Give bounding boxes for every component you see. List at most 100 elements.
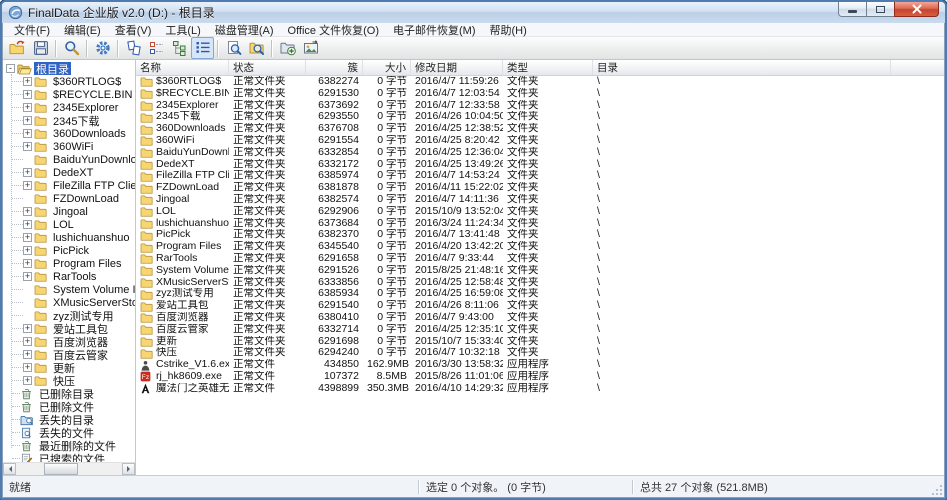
tree-item-folder[interactable]: +360Downloads: [3, 127, 135, 140]
copy-docs-button[interactable]: [122, 37, 145, 59]
expand-toggle-icon[interactable]: +: [23, 220, 32, 229]
tree-item-folder[interactable]: +Jingoal: [3, 205, 135, 218]
table-row[interactable]: LOL正常文件夹62929060 字节2015/10/9 13:52:04文件夹…: [136, 206, 944, 218]
table-row[interactable]: 360WiFi正常文件夹62915540 字节2016/4/25 8:20:42…: [136, 135, 944, 147]
table-row[interactable]: $RECYCLE.BIN正常文件夹62915300 字节2016/4/7 12:…: [136, 88, 944, 100]
tree-item-folder[interactable]: +百度云管家: [3, 348, 135, 361]
table-row[interactable]: BaiduYunDownload正常文件夹63328540 字节2016/4/2…: [136, 147, 944, 159]
expand-toggle-icon[interactable]: +: [23, 116, 32, 125]
tree-view-button[interactable]: [168, 37, 191, 59]
preview-page-button[interactable]: [222, 37, 245, 59]
column-header-modified[interactable]: 修改日期: [411, 60, 503, 75]
table-row[interactable]: DedeXT正常文件夹63321720 字节2016/4/25 13:49:26…: [136, 159, 944, 171]
resize-grip[interactable]: [930, 483, 944, 497]
export-image-button[interactable]: [299, 37, 322, 59]
preview-folder-button[interactable]: [245, 37, 268, 59]
recover-folder-button[interactable]: [6, 37, 29, 59]
table-row[interactable]: RarTools正常文件夹62916580 字节2016/4/7 9:33:44…: [136, 253, 944, 265]
expand-toggle-icon[interactable]: +: [23, 246, 32, 255]
menu-item-2[interactable]: 编辑(E): [57, 22, 108, 38]
maximize-button[interactable]: [867, 2, 894, 17]
scrollbar-track[interactable]: [16, 463, 122, 475]
tree-item-folder[interactable]: +lushichuanshuo: [3, 231, 135, 244]
menu-item-7[interactable]: 电子邮件恢复(M): [386, 22, 483, 38]
menu-item-6[interactable]: Office 文件恢复(O): [281, 22, 386, 38]
table-row[interactable]: Cstrike_V1.6.exe正常文件434850162.9MB2016/3/…: [136, 359, 944, 371]
table-row[interactable]: 更新正常文件夹62916980 字节2015/10/7 15:33:40文件夹\: [136, 336, 944, 348]
tree-item-folder[interactable]: +快压: [3, 374, 135, 387]
scrollbar-thumb[interactable]: [44, 463, 78, 475]
tree-item-folder[interactable]: +PicPick: [3, 244, 135, 257]
tree-item-folder[interactable]: +更新: [3, 361, 135, 374]
table-row[interactable]: zyz测试专用正常文件夹63859340 字节2016/4/25 16:59:0…: [136, 288, 944, 300]
menu-item-8[interactable]: 帮助(H): [483, 22, 534, 38]
table-row[interactable]: 360Downloads正常文件夹63767080 字节2016/4/25 12…: [136, 123, 944, 135]
tree-item-folder[interactable]: +FileZilla FTP Client: [3, 179, 135, 192]
close-button[interactable]: [894, 2, 939, 17]
table-row[interactable]: XMusicServerStorage正常文件夹63338560 字节2016/…: [136, 277, 944, 289]
table-row[interactable]: 快压正常文件夹62942400 字节2016/4/7 10:32:18文件夹\: [136, 347, 944, 359]
column-header-status[interactable]: 状态: [229, 60, 306, 75]
column-header-cluster[interactable]: 簇: [306, 60, 363, 75]
table-row[interactable]: Program Files正常文件夹63455400 字节2016/4/20 1…: [136, 241, 944, 253]
save-button[interactable]: [29, 37, 52, 59]
tree-item-special[interactable]: 已搜索的文件: [3, 452, 135, 462]
tree-item-folder[interactable]: +RarTools: [3, 270, 135, 283]
tree-item-folder[interactable]: +360WiFi: [3, 140, 135, 153]
column-header-dir[interactable]: 目录: [593, 60, 891, 75]
table-row[interactable]: 2345Explorer正常文件夹63736920 字节2016/4/7 12:…: [136, 100, 944, 112]
collapse-toggle-icon[interactable]: -: [6, 64, 15, 73]
expand-toggle-icon[interactable]: +: [23, 233, 32, 242]
sidebar-horizontal-scrollbar[interactable]: [3, 462, 135, 475]
table-row[interactable]: lushichuanshuo正常文件夹63736840 字节2016/3/24 …: [136, 218, 944, 230]
table-row[interactable]: 百度浏览器正常文件夹63804100 字节2016/4/7 9:43:00文件夹…: [136, 312, 944, 324]
tree-item-root[interactable]: -根目录: [3, 62, 135, 75]
search-button[interactable]: [60, 37, 83, 59]
tree-item-folder[interactable]: +DedeXT: [3, 166, 135, 179]
menu-item-5[interactable]: 磁盘管理(A): [208, 22, 281, 38]
tree-item-special[interactable]: 丢失的目录: [3, 413, 135, 426]
table-row[interactable]: $360RTLOG$正常文件夹63822740 字节2016/4/7 11:59…: [136, 76, 944, 88]
tree-item-folder[interactable]: +$360RTLOG$: [3, 75, 135, 88]
tree-item-special[interactable]: 已删除目录: [3, 387, 135, 400]
title-bar[interactable]: FinalData 企业版 v2.0 (D:) - 根目录: [2, 2, 945, 23]
table-row[interactable]: FileZilla FTP Client正常文件夹63859740 字节2016…: [136, 170, 944, 182]
expand-toggle-icon[interactable]: +: [23, 129, 32, 138]
tree-item-folder[interactable]: +爱站工具包: [3, 322, 135, 335]
expand-toggle-icon[interactable]: +: [23, 207, 32, 216]
expand-toggle-icon[interactable]: +: [23, 103, 32, 112]
table-row[interactable]: Fzrj_hk8609.exe正常文件1073728.5MB2015/8/26 …: [136, 371, 944, 383]
tree-item-special[interactable]: 丢失的文件: [3, 426, 135, 439]
menu-item-1[interactable]: 文件(F): [7, 22, 57, 38]
table-row[interactable]: 百度云管家正常文件夹63327140 字节2016/4/25 12:35:10文…: [136, 324, 944, 336]
tree-item-folder[interactable]: +Program Files: [3, 257, 135, 270]
tree-item-folder[interactable]: +2345下载: [3, 114, 135, 127]
tree-item-folder[interactable]: BaiduYunDownload: [3, 153, 135, 166]
tree-item-folder[interactable]: +百度浏览器: [3, 335, 135, 348]
expand-toggle-icon[interactable]: +: [23, 272, 32, 281]
expand-toggle-icon[interactable]: +: [23, 90, 32, 99]
menu-item-3[interactable]: 查看(V): [108, 22, 159, 38]
settings-button[interactable]: [91, 37, 114, 59]
table-row[interactable]: Jingoal正常文件夹63825740 字节2016/4/7 14:11:36…: [136, 194, 944, 206]
list-view-button[interactable]: [191, 37, 214, 59]
tree-compact-button[interactable]: [145, 37, 168, 59]
tree-item-folder[interactable]: FZDownLoad: [3, 192, 135, 205]
table-row[interactable]: System Volume Info...正常文件夹62915260 字节201…: [136, 265, 944, 277]
expand-toggle-icon[interactable]: +: [23, 181, 32, 190]
expand-toggle-icon[interactable]: +: [23, 337, 32, 346]
table-row[interactable]: FZDownLoad正常文件夹63818780 字节2016/4/11 15:2…: [136, 182, 944, 194]
tree-item-folder[interactable]: zyz测试专用: [3, 309, 135, 322]
tree-item-folder[interactable]: XMusicServerStorage: [3, 296, 135, 309]
table-row[interactable]: 2345下载正常文件夹62935500 字节2016/4/26 10:04:50…: [136, 111, 944, 123]
tree-item-folder[interactable]: +LOL: [3, 218, 135, 231]
expand-toggle-icon[interactable]: +: [23, 259, 32, 268]
menu-item-4[interactable]: 工具(L): [158, 22, 207, 38]
expand-toggle-icon[interactable]: +: [23, 324, 32, 333]
folder-plus-button[interactable]: [276, 37, 299, 59]
table-row[interactable]: PicPick正常文件夹63823700 字节2016/4/7 13:41:48…: [136, 229, 944, 241]
table-row[interactable]: 魔法门之英雄无敌3死...正常文件4398899350.3MB2016/4/10…: [136, 383, 944, 395]
expand-toggle-icon[interactable]: +: [23, 77, 32, 86]
expand-toggle-icon[interactable]: +: [23, 363, 32, 372]
tree-item-special[interactable]: 已删除文件: [3, 400, 135, 413]
